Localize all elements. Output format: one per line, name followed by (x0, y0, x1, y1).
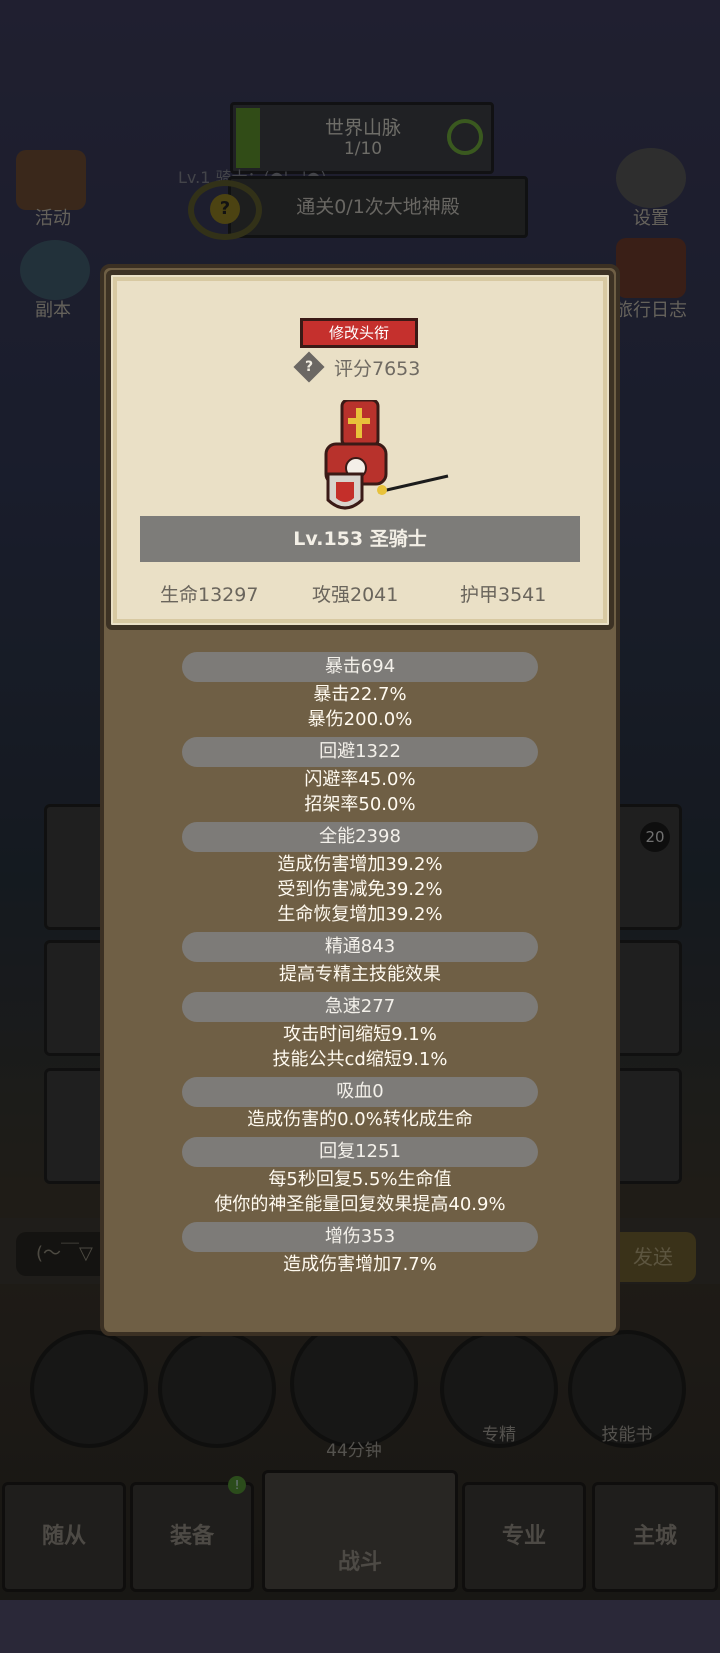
stat-header: 精通843 (182, 932, 538, 962)
hp-stat: 生命13297 (160, 584, 259, 606)
stat-group-avoidance: 回避1322 闪避率45.0% 招架率50.0% (100, 737, 620, 817)
stat-group-damage-bonus: 增伤353 造成伤害增加7.7% (100, 1222, 620, 1277)
stat-line: 攻击时间缩短9.1% (283, 1024, 437, 1045)
stat-group-crit: 暴击694 暴击22.7% 暴伤200.0% (100, 652, 620, 732)
stat-header: 急速277 (182, 992, 538, 1022)
change-title-button[interactable]: 修改头衔 (300, 318, 418, 348)
stat-group-haste: 急速277 攻击时间缩短9.1% 技能公共cd缩短9.1% (100, 992, 620, 1072)
help-icon-glyph: ? (304, 359, 314, 375)
stat-line: 造成伤害的0.0%转化成生命 (247, 1109, 473, 1130)
score-text: 评分7653 (334, 358, 421, 380)
stat-header: 增伤353 (182, 1222, 538, 1252)
stat-group-mastery: 精通843 提高专精主技能效果 (100, 932, 620, 987)
stat-header: 暴击694 (182, 652, 538, 682)
stat-line: 技能公共cd缩短9.1% (272, 1049, 448, 1070)
stat-header: 回避1322 (182, 737, 538, 767)
stats-list: 暴击694 暴击22.7% 暴伤200.0% 回避1322 闪避率45.0% 招… (100, 652, 620, 1277)
character-name: Lv.153 圣骑士 (140, 516, 580, 562)
stat-group-lifesteal: 吸血0 造成伤害的0.0%转化成生命 (100, 1077, 620, 1132)
stat-line: 每5秒回复5.5%生命值 (268, 1169, 452, 1190)
stat-line: 生命恢复增加39.2% (277, 904, 443, 925)
armor-stat: 护甲3541 (460, 584, 547, 606)
stat-line: 招架率50.0% (304, 794, 416, 815)
stat-header: 全能2398 (182, 822, 538, 852)
stat-line: 暴伤200.0% (307, 709, 413, 730)
stat-line: 造成伤害增加7.7% (283, 1254, 437, 1275)
stat-line: 使你的神圣能量回复效果提高40.9% (214, 1194, 506, 1215)
paladin-avatar (324, 400, 449, 510)
stat-line: 闪避率45.0% (304, 769, 416, 790)
stat-line: 受到伤害减免39.2% (277, 879, 443, 900)
stat-header: 回复1251 (182, 1137, 538, 1167)
stat-group-regen: 回复1251 每5秒回复5.5%生命值 使你的神圣能量回复效果提高40.9% (100, 1137, 620, 1217)
stat-line: 提高专精主技能效果 (279, 964, 441, 985)
attack-stat: 攻强2041 (312, 584, 399, 606)
stat-line: 造成伤害增加39.2% (277, 854, 443, 875)
stat-header: 吸血0 (182, 1077, 538, 1107)
stat-group-versatility: 全能2398 造成伤害增加39.2% 受到伤害减免39.2% 生命恢复增加39.… (100, 822, 620, 927)
stat-line: 暴击22.7% (313, 684, 407, 705)
